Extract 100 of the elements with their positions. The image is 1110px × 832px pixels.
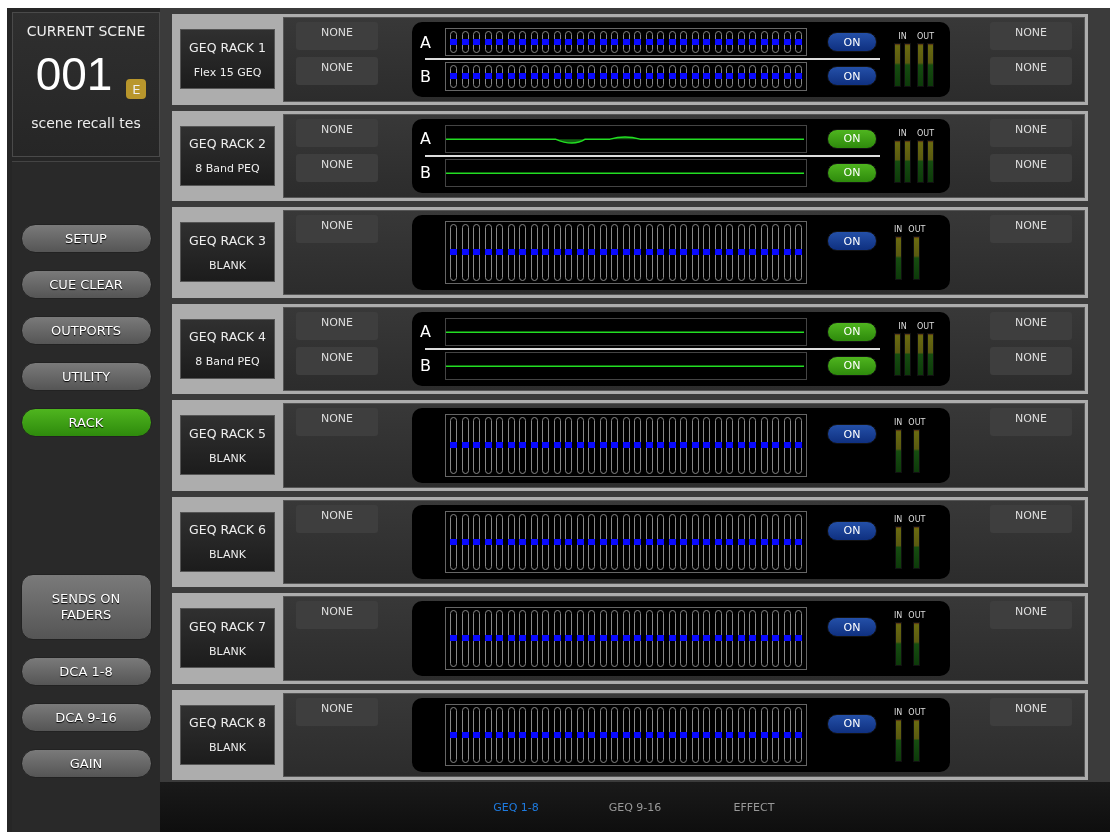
fader-thumb[interactable]: [680, 39, 687, 46]
fader-thumb[interactable]: [760, 39, 768, 46]
fader-thumb[interactable]: [450, 249, 457, 256]
fader-thumb[interactable]: [530, 249, 538, 256]
fader-thumb[interactable]: [496, 538, 503, 545]
fader-thumb[interactable]: [726, 39, 733, 46]
output-port-button[interactable]: NONE: [990, 22, 1072, 50]
on-button[interactable]: ON: [827, 520, 877, 541]
fader-thumb[interactable]: [611, 249, 618, 256]
fader-thumb[interactable]: [530, 635, 538, 642]
fader-thumb[interactable]: [565, 39, 572, 46]
fader-thumb[interactable]: [714, 731, 722, 738]
fader-thumb[interactable]: [680, 731, 687, 738]
output-port-button[interactable]: NONE: [990, 215, 1072, 243]
on-button[interactable]: ON: [827, 32, 877, 53]
fader-thumb[interactable]: [588, 249, 595, 256]
input-port-button[interactable]: NONE: [296, 153, 378, 182]
rack-name-box[interactable]: GEQ RACK 1 Flex 15 GEQ: [180, 29, 275, 90]
fader-thumb[interactable]: [542, 538, 549, 545]
fader-thumb[interactable]: [783, 635, 791, 642]
fader-thumb[interactable]: [691, 39, 699, 46]
fader-thumb[interactable]: [691, 538, 699, 545]
fader-thumb[interactable]: [795, 635, 802, 642]
fader-thumb[interactable]: [714, 635, 722, 642]
fader-thumb[interactable]: [519, 73, 526, 80]
fader-thumb[interactable]: [668, 731, 676, 738]
fader-thumb[interactable]: [450, 39, 457, 46]
fader-thumb[interactable]: [634, 635, 641, 642]
fader-thumb[interactable]: [484, 538, 492, 545]
fader-thumb[interactable]: [565, 538, 572, 545]
fader-thumb[interactable]: [599, 538, 607, 545]
fader-thumb[interactable]: [611, 731, 618, 738]
fader-thumb[interactable]: [611, 39, 618, 46]
fader-thumb[interactable]: [553, 635, 561, 642]
fader-thumb[interactable]: [645, 73, 653, 80]
fader-thumb[interactable]: [737, 39, 745, 46]
fader-thumb[interactable]: [645, 442, 653, 449]
fader-thumb[interactable]: [519, 731, 526, 738]
rack-name-box[interactable]: GEQ RACK 5 BLANK: [180, 415, 275, 476]
output-port-button[interactable]: NONE: [990, 118, 1072, 147]
fader-thumb[interactable]: [668, 39, 676, 46]
fader-thumb[interactable]: [737, 538, 745, 545]
input-port-button[interactable]: NONE: [296, 346, 378, 375]
fader-thumb[interactable]: [726, 731, 733, 738]
fader-thumb[interactable]: [496, 73, 503, 80]
fader-thumb[interactable]: [542, 73, 549, 80]
fader-thumb[interactable]: [680, 442, 687, 449]
fader-thumb[interactable]: [783, 538, 791, 545]
fader-thumb[interactable]: [795, 442, 802, 449]
fader-thumb[interactable]: [783, 249, 791, 256]
on-button[interactable]: ON: [827, 231, 877, 251]
fader-thumb[interactable]: [496, 39, 503, 46]
fader-thumb[interactable]: [622, 635, 630, 642]
input-port-button[interactable]: NONE: [296, 697, 378, 726]
input-port-button[interactable]: NONE: [296, 408, 378, 436]
fader-thumb[interactable]: [611, 538, 618, 545]
fader-thumb[interactable]: [622, 249, 630, 256]
menu-button[interactable]: SETUP: [20, 224, 152, 253]
fader-thumb[interactable]: [599, 635, 607, 642]
fader-thumb[interactable]: [772, 635, 779, 642]
fader-thumb[interactable]: [634, 73, 641, 80]
fader-thumb[interactable]: [507, 39, 515, 46]
fader-thumb[interactable]: [795, 73, 802, 80]
fader-thumb[interactable]: [450, 538, 457, 545]
fader-thumb[interactable]: [657, 73, 664, 80]
tab[interactable]: GEQ 1-8: [456, 800, 576, 814]
fader-thumb[interactable]: [519, 39, 526, 46]
fader-thumb[interactable]: [749, 73, 756, 80]
fader-thumb[interactable]: [783, 731, 791, 738]
fader-thumb[interactable]: [496, 442, 503, 449]
fader-thumb[interactable]: [749, 538, 756, 545]
fader-thumb[interactable]: [461, 249, 469, 256]
fader-thumb[interactable]: [542, 731, 549, 738]
fader-thumb[interactable]: [484, 73, 492, 80]
tab[interactable]: EFFECT: [694, 800, 814, 814]
fader-thumb[interactable]: [461, 39, 469, 46]
fader-thumb[interactable]: [473, 73, 480, 80]
rack-name-box[interactable]: GEQ RACK 6 BLANK: [180, 511, 275, 572]
input-port-button[interactable]: NONE: [296, 118, 378, 147]
fader-thumb[interactable]: [461, 442, 469, 449]
fader-thumb[interactable]: [496, 731, 503, 738]
menu-button[interactable]: DCA 1-8: [20, 657, 152, 686]
fader-thumb[interactable]: [530, 73, 538, 80]
fader-thumb[interactable]: [599, 731, 607, 738]
fader-thumb[interactable]: [703, 538, 710, 545]
fader-thumb[interactable]: [588, 731, 595, 738]
fader-thumb[interactable]: [588, 538, 595, 545]
fader-thumb[interactable]: [530, 39, 538, 46]
fader-thumb[interactable]: [542, 635, 549, 642]
fader-thumb[interactable]: [680, 635, 687, 642]
menu-button[interactable]: OUTPORTS: [20, 316, 152, 345]
fader-thumb[interactable]: [726, 538, 733, 545]
fader-thumb[interactable]: [519, 635, 526, 642]
fader-thumb[interactable]: [507, 249, 515, 256]
fader-thumb[interactable]: [622, 73, 630, 80]
fader-thumb[interactable]: [507, 635, 515, 642]
fader-thumb[interactable]: [691, 249, 699, 256]
fader-thumb[interactable]: [645, 635, 653, 642]
fader-thumb[interactable]: [726, 249, 733, 256]
fader-thumb[interactable]: [680, 538, 687, 545]
